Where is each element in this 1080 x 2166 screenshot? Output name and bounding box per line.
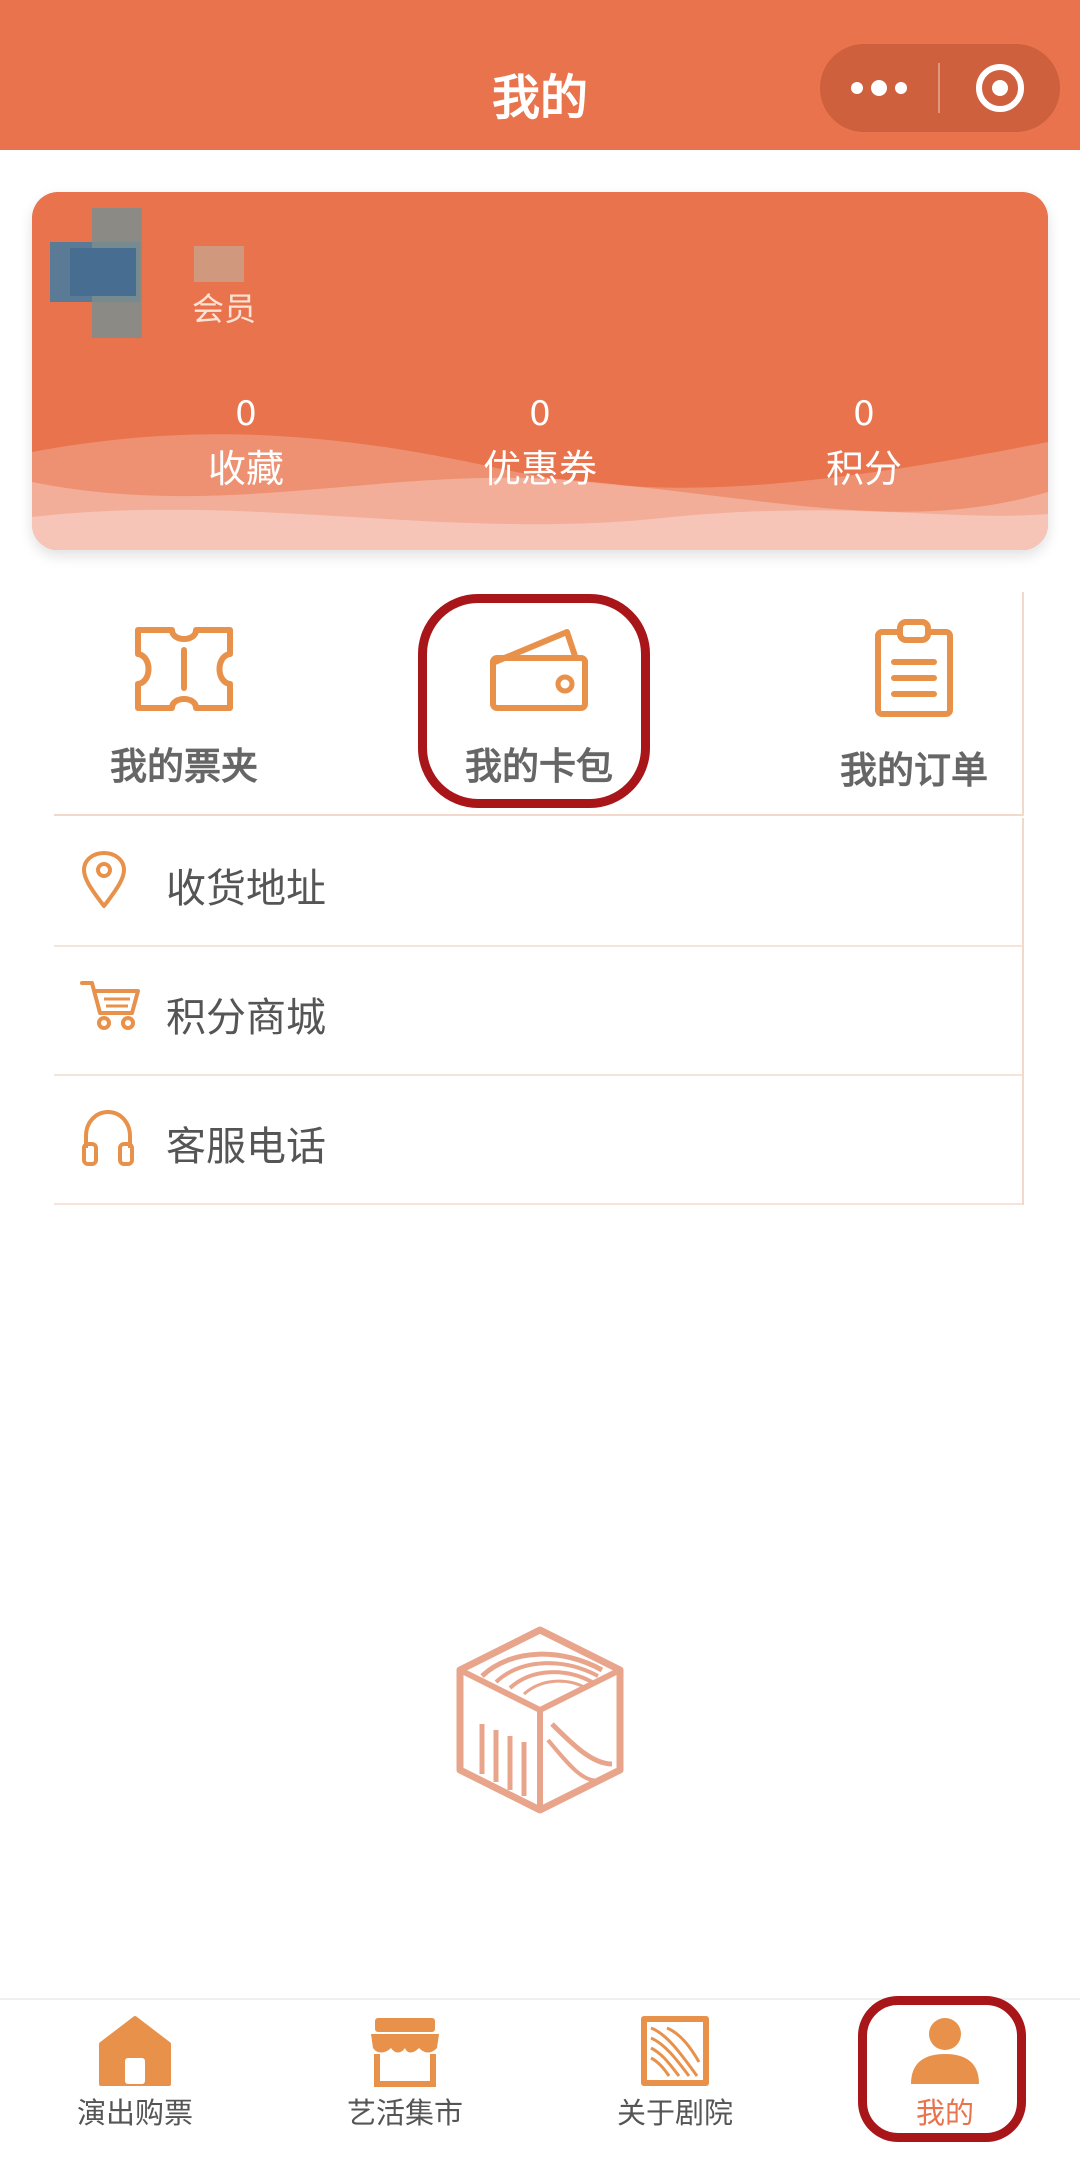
theatre-icon: [641, 2016, 709, 2086]
cart-icon: [80, 981, 140, 1030]
tab-label: 艺活集市: [346, 2096, 463, 2130]
member-card: 会员 0 收藏 0 优惠券 0 积分: [32, 192, 1048, 550]
stat-value: 0: [529, 394, 551, 434]
menu-item-label: 积分商城: [166, 995, 326, 1041]
user-avatar[interactable]: [50, 208, 180, 338]
user-name-redacted: [194, 246, 244, 282]
tab-tickets[interactable]: 演出购票: [0, 2000, 270, 2166]
highlight-ring-tab-mine: [858, 1996, 1026, 2142]
stat-label: 优惠券: [482, 447, 597, 491]
tab-market[interactable]: 艺活集市: [270, 2000, 540, 2166]
menu-item-label: 客服电话: [166, 1124, 326, 1170]
mini-program-capsule: [820, 44, 1060, 132]
page: 我的 会员 0 收藏 0 优惠券 0 积分 我的票夹 我的卡包 我的订单 收货地…: [0, 0, 1080, 2166]
close-target-icon[interactable]: [940, 44, 1060, 132]
theatre-logo-icon: [456, 1626, 624, 1814]
menu-list: 收货地址 积分商城 客服电话: [54, 818, 1024, 1205]
location-pin-icon: [82, 851, 126, 908]
quick-action-label: 我的订单: [840, 749, 988, 792]
quick-action-label: 我的票夹: [110, 745, 258, 788]
more-options-icon[interactable]: [820, 44, 938, 132]
headphones-icon: [82, 1109, 134, 1166]
menu-item-customer-service[interactable]: 客服电话: [54, 1076, 1022, 1205]
menu-item-points-mall[interactable]: 积分商城: [54, 947, 1022, 1076]
member-level-label: 会员: [192, 290, 257, 328]
stat-label: 积分: [825, 447, 902, 491]
quick-action-orders[interactable]: 我的订单: [784, 592, 1044, 816]
store-icon: [371, 2018, 439, 2087]
header-bar: 我的: [0, 0, 1080, 150]
stat-value: 0: [853, 394, 875, 434]
tab-label: 演出购票: [76, 2096, 193, 2130]
stat-coupons[interactable]: 0 优惠券: [430, 394, 650, 492]
stat-favorites[interactable]: 0 收藏: [136, 394, 356, 492]
stat-points[interactable]: 0 积分: [754, 394, 974, 492]
stat-label: 收藏: [207, 447, 284, 491]
menu-item-label: 收货地址: [166, 866, 326, 912]
stat-value: 0: [235, 394, 257, 434]
home-icon: [99, 2016, 171, 2086]
clipboard-icon: [875, 619, 953, 717]
ticket-icon: [135, 627, 233, 711]
tab-label: 关于剧院: [616, 2096, 733, 2130]
quick-action-ticket-folder[interactable]: 我的票夹: [54, 592, 314, 816]
tab-about-theatre[interactable]: 关于剧院: [540, 2000, 810, 2166]
highlight-ring-card-wallet: [418, 594, 650, 808]
menu-item-shipping-address[interactable]: 收货地址: [54, 818, 1022, 947]
